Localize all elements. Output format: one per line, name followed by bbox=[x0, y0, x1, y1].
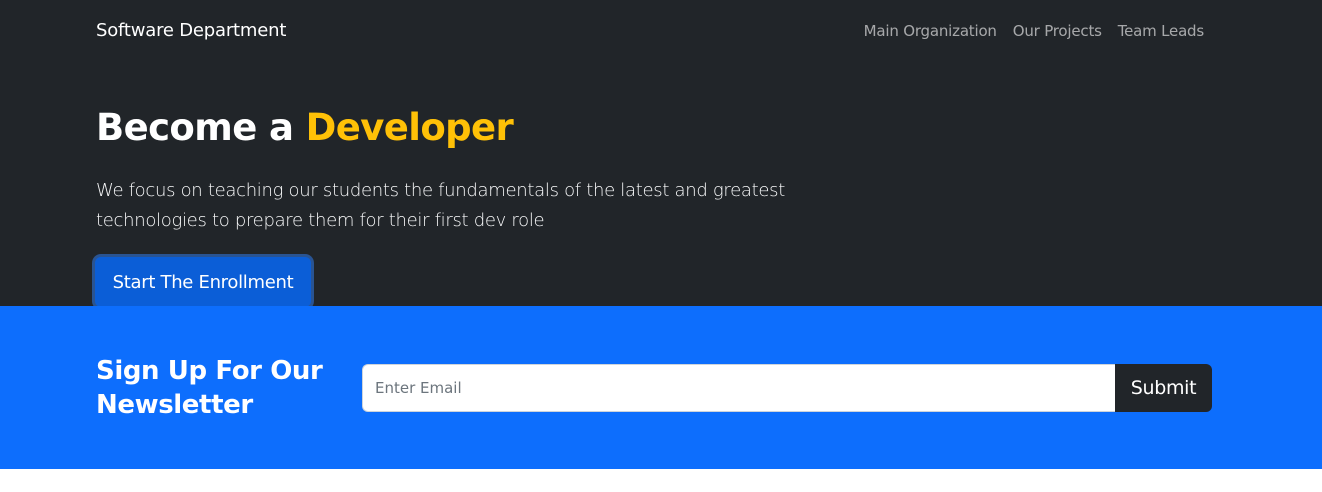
nav-link-team-leads[interactable]: Team Leads bbox=[1118, 21, 1204, 41]
hero-title-prefix: Become a bbox=[96, 106, 306, 149]
hero-title-accent: Developer bbox=[305, 106, 514, 149]
email-input[interactable] bbox=[362, 364, 1115, 412]
submit-button[interactable]: Submit bbox=[1115, 364, 1212, 412]
hero-title: Become a Developer bbox=[96, 104, 514, 152]
newsletter-title: Sign Up For Our Newsletter bbox=[96, 356, 323, 420]
navbar-brand[interactable]: Software Department bbox=[96, 19, 286, 43]
nav-link-our-projects[interactable]: Our Projects bbox=[1013, 21, 1102, 41]
main-nav: Main Organization Our Projects Team Lead… bbox=[848, 21, 1205, 41]
nav-link-main-organization[interactable]: Main Organization bbox=[864, 21, 997, 41]
start-enrollment-button[interactable]: Start The Enrollment bbox=[95, 257, 311, 307]
hero-lead: We focus on teaching our students the fu… bbox=[96, 180, 785, 231]
newsletter-section: Sign Up For Our Newsletter Submit bbox=[0, 306, 1322, 469]
newsletter-form: Submit bbox=[362, 364, 1212, 412]
hero-section: Software Department Main Organization Ou… bbox=[0, 0, 1322, 307]
